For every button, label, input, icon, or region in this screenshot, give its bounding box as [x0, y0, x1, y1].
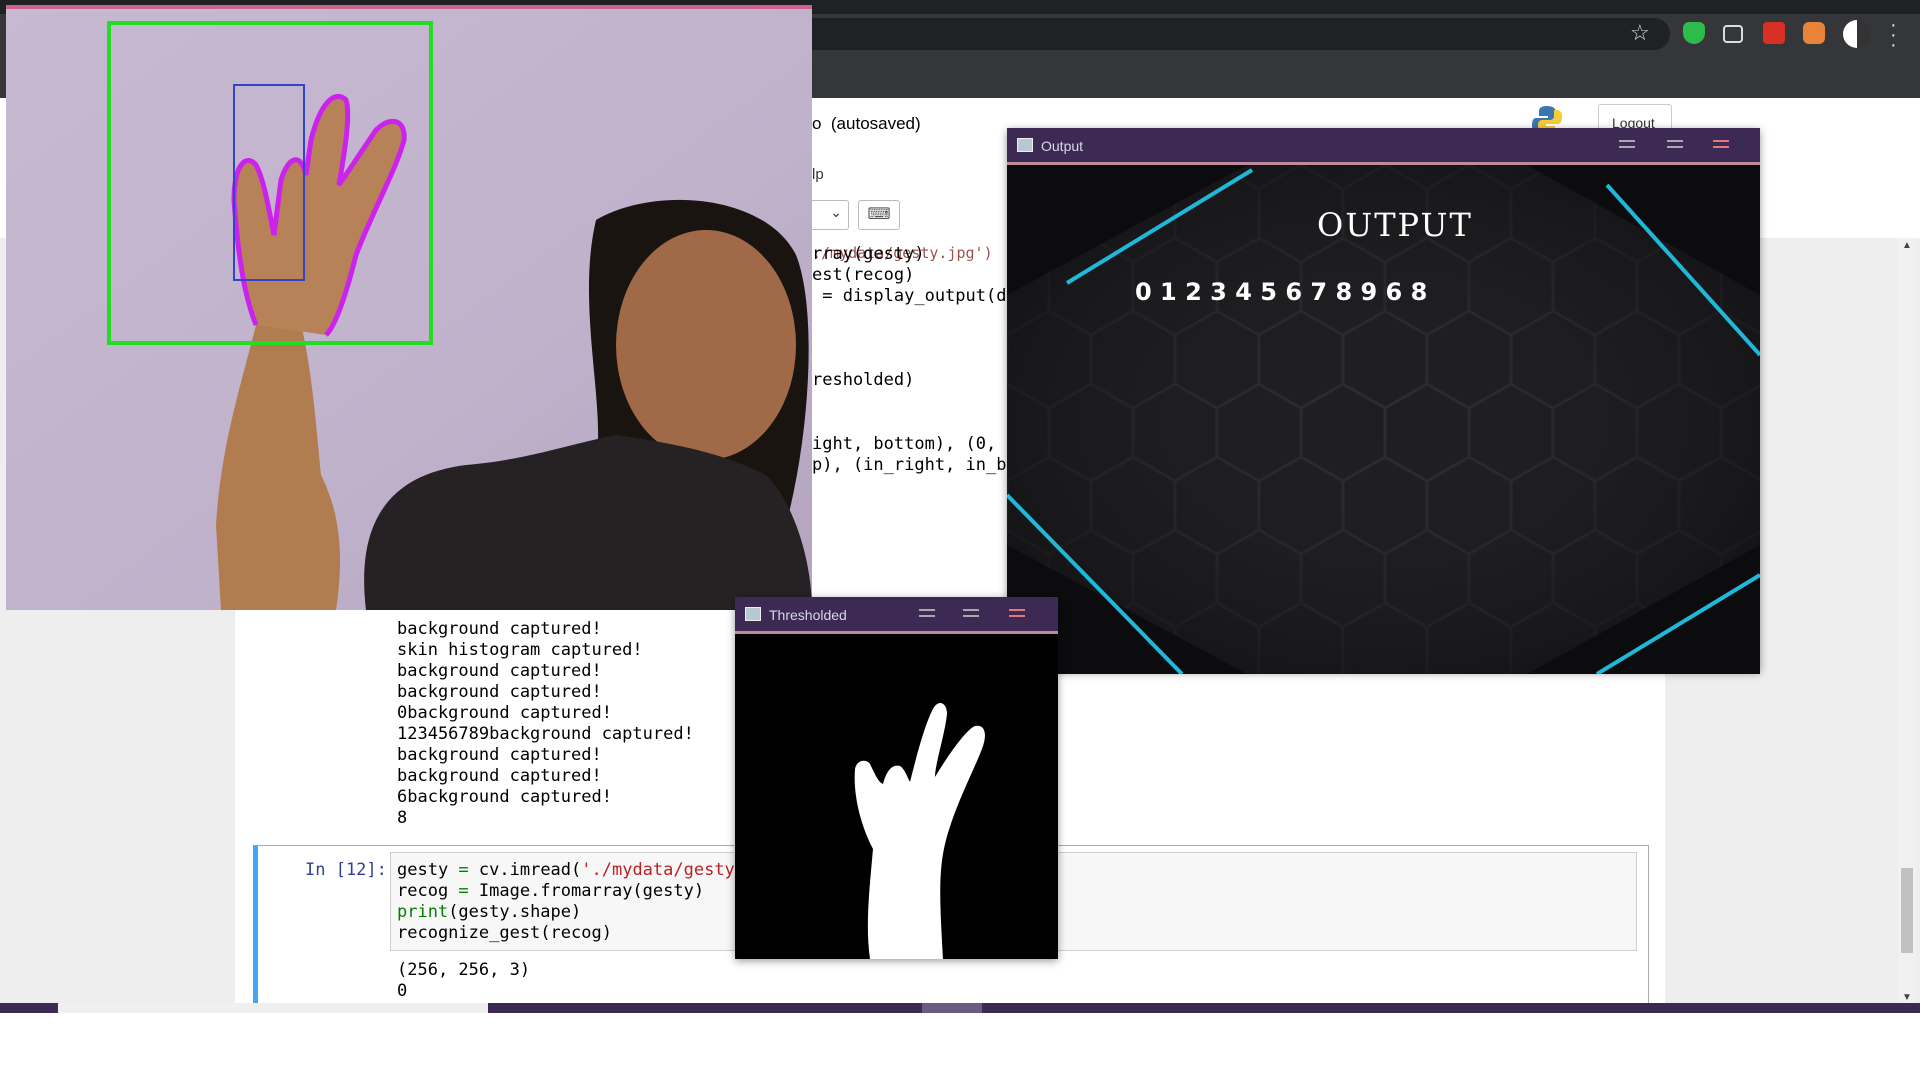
address-bar[interactable]	[760, 18, 1670, 50]
cell-prompt: In [12]:	[305, 860, 387, 880]
code-line: print(gesty.shape)	[397, 902, 582, 922]
puzzle-icon[interactable]	[1803, 22, 1825, 44]
code-line: recognize_gest(recog)	[397, 923, 612, 943]
thresholded-window-titlebar[interactable]: Thresholded	[735, 597, 1058, 634]
cell-output: background captured! skin histogram capt…	[397, 619, 694, 829]
output-line: 8	[397, 808, 408, 828]
close-button[interactable]	[1713, 140, 1729, 148]
app-icon	[745, 607, 761, 621]
code-line: resholded)	[812, 370, 915, 390]
shield-icon[interactable]	[1683, 22, 1705, 44]
close-button[interactable]	[1009, 609, 1025, 617]
output-line: background captured!	[397, 661, 602, 681]
scroll-thumb[interactable]	[1901, 868, 1913, 953]
output-line: background captured!	[397, 745, 602, 765]
output-line: background captured!	[397, 682, 602, 702]
minimize-button[interactable]	[1619, 140, 1635, 148]
output-line: background captured!	[397, 619, 602, 639]
output-line: 123456789background captured!	[397, 724, 694, 744]
star-icon[interactable]: ☆	[1630, 20, 1650, 46]
code-line: = display_output(dig	[812, 286, 1027, 306]
output-window-title: Output	[1041, 138, 1084, 154]
thresholded-mask-image	[735, 634, 1058, 959]
output-window[interactable]: Output OUTPUT 0 1 2 3 4 5 6 7 8 9 6 8	[1007, 128, 1760, 674]
output-heading: OUTPUT	[1317, 206, 1473, 244]
minimize-button[interactable]	[919, 609, 935, 617]
code-line: gesty = cv.imread('./mydata/gesty.j	[397, 860, 756, 880]
output-line: 0background captured!	[397, 703, 612, 723]
output-digits: 0 1 2 3 4 5 6 7 8 9 6 8	[1135, 278, 1428, 306]
maximize-button[interactable]	[1667, 140, 1683, 148]
code-line: p), (in_right, in_bot	[812, 455, 1027, 475]
menu-dots-icon[interactable]: · · ·	[1890, 15, 1897, 55]
app-icon	[1017, 138, 1033, 152]
scroll-down-arrow[interactable]: ▼	[1902, 992, 1912, 1003]
profile-icon[interactable]	[1843, 20, 1871, 48]
scrollbar[interactable]: ▲ ▼	[1898, 238, 1916, 1008]
output-line: background captured!	[397, 766, 602, 786]
notebook-title[interactable]: o (autosaved)	[812, 114, 921, 134]
scroll-up-arrow[interactable]: ▲	[1902, 240, 1912, 251]
output-line: 0	[397, 981, 408, 1001]
code-line: rray(gesty)	[812, 244, 925, 264]
menu-help[interactable]: lp	[812, 166, 824, 183]
code-line: recog = Image.fromarray(gesty)	[397, 881, 705, 901]
output-line: 6background captured!	[397, 787, 612, 807]
output-line: skin histogram captured!	[397, 640, 643, 660]
thresholded-window[interactable]: Thresholded	[735, 597, 1058, 959]
thresholded-window-title: Thresholded	[769, 607, 847, 623]
taskbar	[0, 1003, 1920, 1013]
code-line: est(recog)	[812, 265, 915, 285]
camera-feed-image	[6, 5, 812, 610]
window-icon[interactable]	[1723, 25, 1743, 43]
pdf-icon[interactable]	[1763, 22, 1785, 44]
output-window-titlebar[interactable]: Output	[1007, 128, 1760, 165]
keyboard-icon[interactable]: ⌨	[858, 200, 900, 230]
camera-window[interactable]	[6, 5, 812, 610]
output-line: (256, 256, 3)	[397, 960, 531, 980]
code-line: ight, bottom), (0, 25	[812, 434, 1027, 454]
chevron-down-icon: ⌄	[830, 204, 842, 220]
maximize-button[interactable]	[963, 609, 979, 617]
